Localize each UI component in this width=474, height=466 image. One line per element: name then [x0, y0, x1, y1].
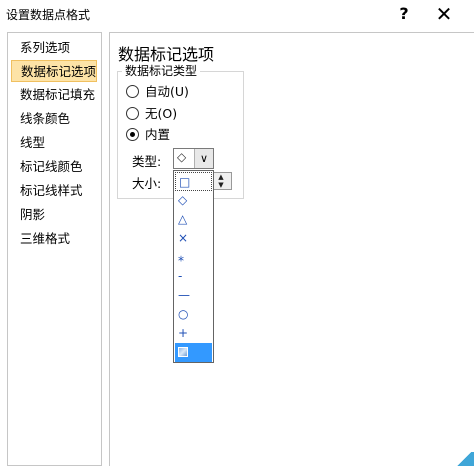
- radio-builtin-circle[interactable]: [126, 128, 139, 141]
- marker-option-plus[interactable]: +: [175, 324, 212, 343]
- marker-type-value: ◇: [177, 150, 187, 164]
- marker-option-long-dash[interactable]: —: [175, 286, 212, 305]
- sidebar-item-marker-line-style[interactable]: 标记线样式: [11, 180, 83, 202]
- spin-down-icon[interactable]: ▼: [211, 181, 231, 189]
- sidebar-item-series-options[interactable]: 系列选项: [11, 37, 70, 59]
- picture-icon: [178, 347, 188, 357]
- help-button[interactable]: ?: [394, 3, 414, 25]
- marker-option-x[interactable]: ×: [175, 229, 212, 248]
- marker-option-triangle[interactable]: △: [175, 210, 212, 229]
- category-sidebar: 系列选项 数据标记选项 数据标记填充 线条颜色 线型 标记线颜色 标记线样式 阴…: [7, 32, 102, 466]
- marker-option-square[interactable]: □: [175, 172, 212, 191]
- window-title: 设置数据点格式: [6, 8, 91, 22]
- radio-none[interactable]: 无(O): [126, 105, 177, 123]
- spin-up-icon[interactable]: ▲: [211, 173, 231, 181]
- marker-option-short-dash[interactable]: ‐: [175, 267, 212, 286]
- sidebar-item-marker-fill[interactable]: 数据标记填充: [11, 84, 95, 106]
- format-data-point-dialog: 设置数据点格式 ? ✕ 系列选项 数据标记选项 数据标记填充 线条颜色 线型 标…: [0, 0, 474, 466]
- marker-type-combobox[interactable]: ◇ ∨: [173, 148, 214, 169]
- radio-none-label: 无(O): [145, 106, 178, 121]
- options-panel: 数据标记选项 数据标记类型 自动(U) 无(O) 内置 类型: ◇ ∨ 大小: …: [109, 32, 474, 466]
- sidebar-item-marker-options[interactable]: 数据标记选项: [11, 60, 97, 82]
- chevron-down-icon[interactable]: ∨: [194, 149, 213, 168]
- radio-auto-circle[interactable]: [126, 85, 139, 98]
- radio-none-circle[interactable]: [126, 107, 139, 120]
- radio-auto[interactable]: 自动(U): [126, 83, 189, 101]
- type-label: 类型:: [132, 154, 162, 169]
- marker-type-dropdown-list: □ ◇ △ × ⁎ ‐ — ○ +: [173, 170, 214, 363]
- marker-option-star[interactable]: ⁎: [175, 248, 212, 267]
- radio-auto-label: 自动(U): [145, 84, 189, 99]
- sidebar-item-line-style[interactable]: 线型: [11, 132, 45, 154]
- marker-option-circle[interactable]: ○: [175, 305, 212, 324]
- sidebar-item-marker-line-color[interactable]: 标记线颜色: [11, 156, 83, 178]
- size-label: 大小:: [132, 176, 162, 191]
- sidebar-item-line-color[interactable]: 线条颜色: [11, 108, 70, 130]
- radio-builtin[interactable]: 内置: [126, 126, 170, 144]
- sidebar-item-shadow[interactable]: 阴影: [11, 204, 45, 226]
- radio-builtin-label: 内置: [145, 127, 171, 142]
- marker-option-diamond[interactable]: ◇: [175, 191, 212, 210]
- marker-type-group-label: 数据标记类型: [122, 62, 201, 79]
- sidebar-item-3d-format[interactable]: 三维格式: [11, 228, 70, 250]
- marker-option-picture[interactable]: [175, 343, 212, 362]
- corner-decoration: [454, 452, 474, 466]
- close-button[interactable]: ✕: [432, 2, 456, 26]
- title-bar: 设置数据点格式 ? ✕: [0, 0, 474, 30]
